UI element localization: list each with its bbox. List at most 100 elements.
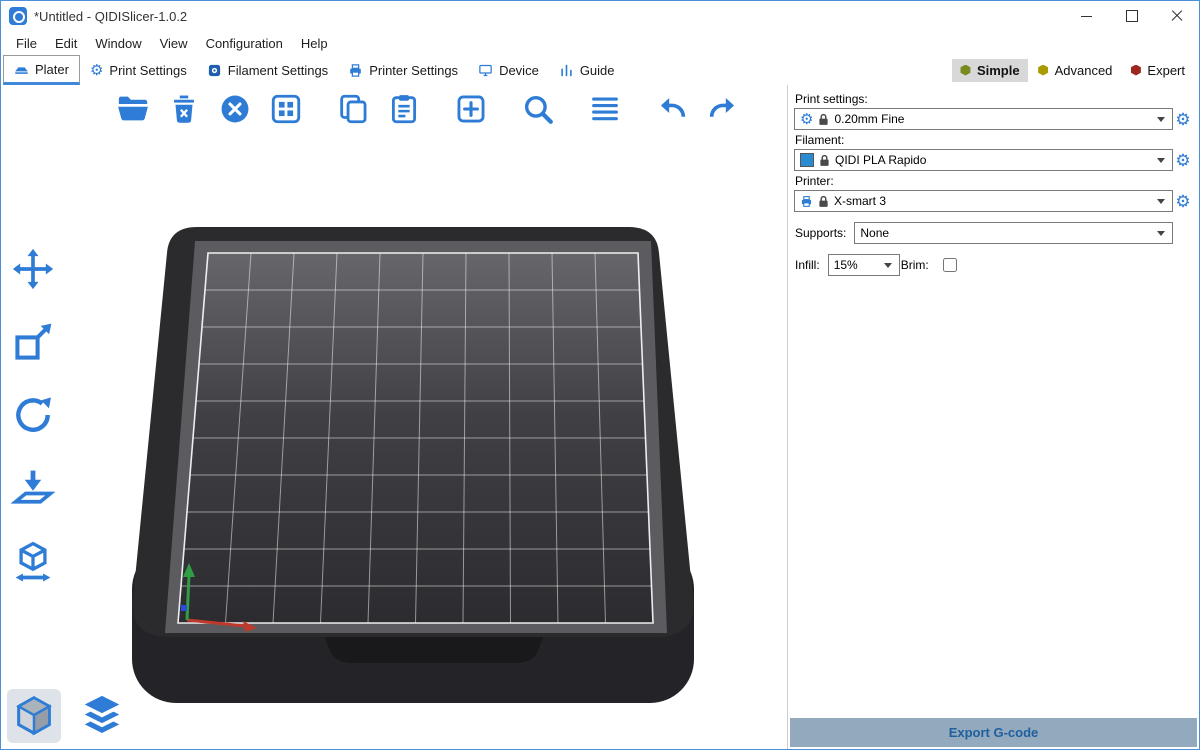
rotate-icon	[11, 393, 55, 437]
viewport-3d[interactable]	[1, 85, 787, 749]
delete-all-icon	[218, 92, 252, 126]
printer-icon	[348, 63, 363, 78]
chevron-down-icon	[1157, 231, 1165, 236]
print-profile-combo[interactable]: ⚙ 0.20mm Fine	[794, 108, 1173, 130]
scale-tool-button[interactable]	[7, 316, 59, 368]
scale-icon	[11, 320, 55, 364]
redo-icon	[706, 92, 740, 126]
printer-value: X-smart 3	[834, 194, 886, 208]
brim-checkbox[interactable]	[943, 258, 957, 272]
arrange-button[interactable]	[266, 89, 306, 129]
undo-button[interactable]	[652, 89, 692, 129]
open-folder-icon	[116, 92, 150, 126]
rotate-tool-button[interactable]	[7, 389, 59, 441]
window-title: *Untitled - QIDISlicer-1.0.2	[34, 9, 187, 24]
3d-editor-icon	[11, 693, 57, 739]
place-on-face-tool-button[interactable]	[7, 462, 59, 514]
device-monitor-icon	[478, 63, 493, 78]
filament-settings-gear-button[interactable]: ⚙	[1173, 149, 1193, 171]
move-tool-button[interactable]	[7, 243, 59, 295]
move-icon	[11, 247, 55, 291]
copy-button[interactable]	[333, 89, 373, 129]
mode-simple-dot-icon	[960, 65, 971, 76]
guide-icon	[559, 63, 574, 78]
open-button[interactable]	[113, 89, 153, 129]
export-gcode-button[interactable]: Export G-code	[790, 718, 1197, 747]
tabbar: Plater ⚙ Print Settings Filament Setting…	[1, 55, 1199, 86]
print-settings-label: Print settings:	[795, 92, 1193, 106]
chevron-down-icon	[884, 263, 892, 268]
infill-combo[interactable]: 15%	[828, 254, 900, 276]
menu-configuration[interactable]: Configuration	[197, 33, 292, 54]
place-on-face-icon	[11, 466, 55, 510]
printer-combo[interactable]: X-smart 3	[794, 190, 1173, 212]
filament-value: QIDI PLA Rapido	[835, 153, 926, 167]
close-icon	[1171, 10, 1183, 22]
variable-layer-height-icon	[588, 92, 622, 126]
printer-settings-gear-button[interactable]: ⚙	[1173, 190, 1193, 212]
filament-label: Filament:	[795, 133, 1193, 147]
menu-edit[interactable]: Edit	[46, 33, 86, 54]
filament-combo[interactable]: QIDI PLA Rapido	[794, 149, 1173, 171]
menu-window[interactable]: Window	[86, 33, 150, 54]
variable-layer-height-button[interactable]	[585, 89, 625, 129]
preview-view-button[interactable]	[75, 689, 129, 743]
menu-file[interactable]: File	[7, 33, 46, 54]
tab-guide[interactable]: Guide	[549, 55, 625, 85]
lock-icon	[819, 154, 830, 167]
chevron-down-icon	[1157, 158, 1165, 163]
view-toolbar	[7, 689, 129, 743]
gear-icon: ⚙	[1175, 111, 1190, 128]
filament-color-swatch	[800, 153, 814, 167]
close-button[interactable]	[1154, 1, 1199, 31]
arrange-icon	[269, 92, 303, 126]
undo-icon	[655, 92, 689, 126]
infill-label: Infill:	[795, 258, 820, 272]
minimize-icon	[1081, 16, 1092, 17]
maximize-icon	[1126, 10, 1138, 22]
tab-label: Plater	[35, 62, 69, 77]
titlebar: *Untitled - QIDISlicer-1.0.2	[1, 1, 1199, 31]
lock-icon	[818, 195, 829, 208]
gear-icon: ⚙	[800, 112, 813, 127]
mode-label: Simple	[977, 63, 1020, 78]
tab-printer-settings[interactable]: Printer Settings	[338, 55, 468, 85]
gizmo-toolbar	[7, 243, 59, 587]
tab-label: Guide	[580, 63, 615, 78]
tab-label: Device	[499, 63, 539, 78]
cut-tool-button[interactable]	[7, 535, 59, 587]
tab-print-settings[interactable]: ⚙ Print Settings	[80, 55, 197, 85]
mode-simple[interactable]: Simple	[952, 59, 1028, 82]
tab-plater[interactable]: Plater	[3, 55, 80, 85]
maximize-button[interactable]	[1109, 1, 1154, 31]
copy-icon	[336, 92, 370, 126]
object-toolbar	[113, 89, 743, 129]
paste-button[interactable]	[384, 89, 424, 129]
delete-button[interactable]	[164, 89, 204, 129]
gear-icon: ⚙	[1175, 152, 1190, 169]
app-logo-icon	[9, 7, 27, 25]
brim-label: Brim:	[901, 258, 929, 272]
3d-editor-view-button[interactable]	[7, 689, 61, 743]
settings-sidebar: Print settings: ⚙ 0.20mm Fine ⚙ Filament…	[787, 85, 1199, 749]
menu-help[interactable]: Help	[292, 33, 337, 54]
mode-switcher: Simple Advanced Expert	[952, 55, 1197, 85]
printer-label: Printer:	[795, 174, 1193, 188]
delete-all-button[interactable]	[215, 89, 255, 129]
infill-value: 15%	[834, 258, 858, 272]
tab-device[interactable]: Device	[468, 55, 549, 85]
search-button[interactable]	[518, 89, 558, 129]
printer-icon	[800, 195, 813, 208]
mode-advanced[interactable]: Advanced	[1030, 59, 1121, 82]
redo-button[interactable]	[703, 89, 743, 129]
menubar: File Edit Window View Configuration Help	[1, 31, 1199, 55]
supports-combo[interactable]: None	[854, 222, 1173, 244]
tab-filament-settings[interactable]: Filament Settings	[197, 55, 338, 85]
print-settings-gear-button[interactable]: ⚙	[1173, 108, 1193, 130]
menu-view[interactable]: View	[151, 33, 197, 54]
gear-icon: ⚙	[1175, 193, 1190, 210]
minimize-button[interactable]	[1064, 1, 1109, 31]
add-instance-icon	[454, 92, 488, 126]
mode-expert[interactable]: Expert	[1122, 59, 1193, 82]
add-instance-button[interactable]	[451, 89, 491, 129]
